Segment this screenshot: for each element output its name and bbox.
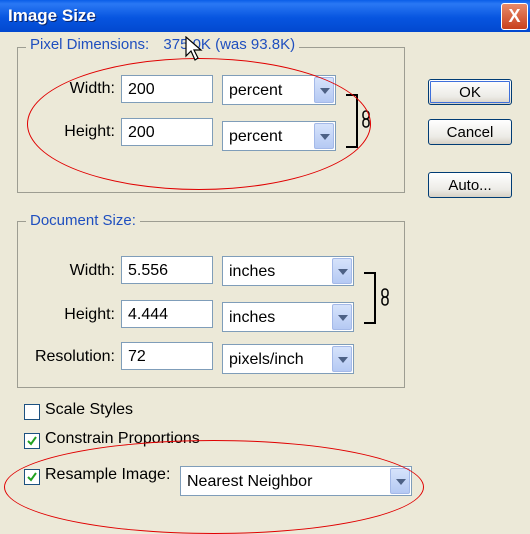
resample-image-label[interactable]: Resample Image: (45, 466, 170, 484)
constrain-proportions-label[interactable]: Constrain Proportions (45, 430, 200, 448)
mouse-cursor-icon (185, 36, 203, 61)
doc-width-label: Width: (69, 262, 115, 279)
doc-width-input[interactable]: 5.556 (121, 256, 213, 284)
pixel-height-input[interactable]: 200 (121, 118, 213, 146)
resolution-unit-select[interactable]: pixels/inch (222, 344, 354, 374)
chain-link-icon (381, 288, 389, 306)
auto-button[interactable]: Auto... (428, 172, 512, 198)
resolution-input[interactable]: 72 (121, 342, 213, 370)
pixel-width-unit-select[interactable]: percent (222, 75, 336, 105)
cancel-button[interactable]: Cancel (428, 119, 512, 145)
dialog-body: Pixel Dimensions: 375.0K (was 93.8K) Wid… (0, 32, 530, 508)
title-bar[interactable]: Image Size X (0, 0, 530, 32)
close-icon: X (508, 6, 521, 26)
doc-width-unit-select[interactable]: inches (222, 256, 354, 286)
constrain-proportions-checkbox[interactable] (24, 433, 40, 449)
checkmark-icon (27, 436, 37, 446)
scale-styles-label[interactable]: Scale Styles (45, 401, 133, 419)
checkmark-icon (27, 472, 37, 482)
window-title: Image Size (8, 6, 96, 25)
dropdown-arrow-icon[interactable] (390, 468, 410, 494)
dropdown-arrow-icon[interactable] (314, 77, 334, 103)
doc-height-label: Height: (64, 306, 115, 323)
resolution-label: Resolution: (34, 348, 115, 365)
doc-height-input[interactable]: 4.444 (121, 300, 213, 328)
pixel-dimensions-label: Pixel Dimensions: (30, 36, 150, 53)
pixel-dimensions-size-info: 375.0K (was 93.8K) (163, 36, 296, 53)
dropdown-arrow-icon[interactable] (314, 123, 334, 149)
doc-height-unit-value: inches (229, 309, 276, 326)
close-button[interactable]: X (501, 3, 528, 30)
pixel-dimensions-title: Pixel Dimensions: 375.0K (was 93.8K) (26, 36, 300, 53)
pixel-width-input[interactable]: 200 (121, 75, 213, 103)
doc-width-unit-value: inches (229, 263, 276, 280)
resolution-unit-value: pixels/inch (229, 351, 304, 368)
pixel-height-label: Height: (64, 123, 115, 140)
pixel-width-label: Width: (69, 80, 115, 97)
resample-image-checkbox[interactable] (24, 469, 40, 485)
chain-link-icon (362, 110, 370, 128)
resample-method-select[interactable]: Nearest Neighbor (180, 466, 412, 496)
pixel-height-unit-select[interactable]: percent (222, 121, 336, 151)
pixel-height-unit-value: percent (229, 128, 283, 145)
pixel-constrain-bracket (346, 94, 358, 148)
doc-height-unit-select[interactable]: inches (222, 302, 354, 332)
document-size-title: Document Size: (26, 212, 140, 229)
scale-styles-checkbox[interactable] (24, 404, 40, 420)
dropdown-arrow-icon[interactable] (332, 304, 352, 330)
document-constrain-bracket (364, 272, 376, 324)
pixel-width-unit-value: percent (229, 82, 283, 99)
ok-button[interactable]: OK (428, 79, 512, 105)
dropdown-arrow-icon[interactable] (332, 258, 352, 284)
dropdown-arrow-icon[interactable] (332, 346, 352, 372)
resample-method-value: Nearest Neighbor (187, 473, 313, 490)
